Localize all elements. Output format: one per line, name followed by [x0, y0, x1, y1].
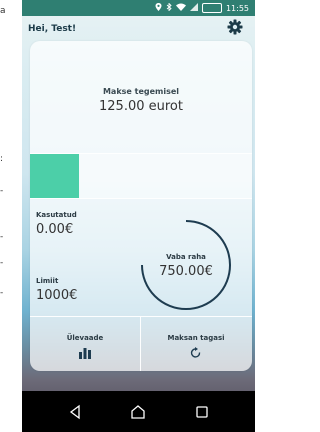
recents-icon[interactable]: [194, 404, 210, 420]
status-time: 11:55: [225, 3, 249, 13]
payment-amount: 125.00 eurot: [99, 99, 183, 114]
usage-bar: [30, 153, 252, 199]
background-text-strip: a : - - - -: [0, 0, 10, 432]
payment-label: Makse tegemisel: [102, 87, 180, 96]
location-icon: [155, 3, 162, 13]
side-text: -: [0, 258, 4, 268]
side-text: :: [0, 154, 4, 164]
phone-screen: 11:55 Hei, Test! Makse tegemisel 125.00 …: [22, 0, 255, 432]
repay-button[interactable]: Maksan tagasi: [141, 317, 251, 371]
side-text: -: [0, 186, 4, 196]
refresh-icon: [190, 347, 201, 358]
wifi-icon: [175, 3, 186, 13]
greeting-text: Hei, Test!: [28, 24, 77, 34]
signal-icon: [189, 3, 198, 13]
action-buttons: Ülevaade Maksan tagasi: [30, 316, 252, 371]
used-value: 0.00€: [36, 222, 74, 237]
overview-button-label: Ülevaade: [66, 334, 104, 342]
side-text: -: [0, 288, 4, 298]
limit-label: Limiit: [36, 277, 59, 285]
side-text: a: [0, 6, 6, 16]
repay-button-label: Maksan tagasi: [167, 334, 225, 342]
battery-icon: [201, 3, 222, 13]
home-icon[interactable]: [130, 404, 146, 420]
limit-value: 1000€: [36, 288, 78, 303]
android-navbar: [22, 391, 255, 432]
available-value: 750.00€: [159, 264, 213, 279]
gear-icon[interactable]: [227, 19, 243, 35]
available-label: Vaba raha: [166, 253, 206, 261]
bluetooth-icon: [166, 2, 172, 13]
status-bar: 11:55: [22, 0, 255, 16]
usage-bar-fill: [30, 154, 79, 198]
account-card: Makse tegemisel 125.00 eurot Kasutatud 0…: [30, 41, 252, 371]
back-icon[interactable]: [68, 404, 84, 420]
overview-button[interactable]: Ülevaade: [30, 317, 141, 371]
used-label: Kasutatud: [36, 211, 77, 219]
side-text: -: [0, 232, 4, 242]
bar-chart-icon: [79, 348, 91, 359]
